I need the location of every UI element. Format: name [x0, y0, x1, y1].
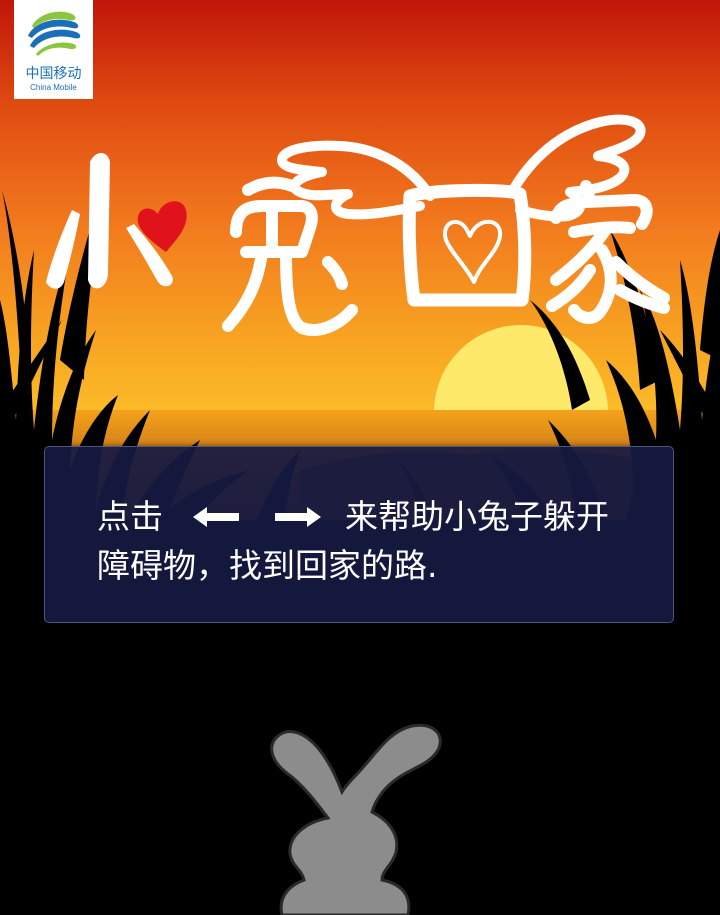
brand-name-cn: 中国移动 — [25, 66, 82, 82]
heart-outline-icon — [442, 219, 503, 284]
game-stage[interactable]: 中国移动 China Mobile 点击 来帮助小兔子躲开 障碍物，找到回家的路. — [0, 0, 720, 915]
title-char-jia — [546, 180, 670, 324]
china-mobile-logo: 中国移动 China Mobile — [14, 0, 93, 99]
arrow-left-icon — [193, 507, 239, 527]
instructions-line-2: 障碍物，找到回家的路. — [97, 546, 438, 585]
left-arrow-key[interactable] — [187, 497, 247, 537]
instructions-prefix: 点击 — [97, 497, 163, 536]
game-title-logo — [46, 114, 670, 336]
instructions-line-1: 点击 来帮助小兔子躲开 — [97, 497, 609, 537]
title-char-hui — [402, 183, 532, 307]
instructions-line1-suffix: 来帮助小兔子躲开 — [345, 497, 609, 536]
brand-name-en: China Mobile — [30, 83, 77, 92]
china-mobile-logo-icon — [28, 11, 81, 56]
rabbit-icon[interactable] — [262, 720, 452, 915]
arrow-right-icon — [275, 507, 321, 527]
instructions-panel: 点击 来帮助小兔子躲开 障碍物，找到回家的路. — [44, 446, 674, 623]
title-char-xiao — [88, 153, 110, 289]
right-arrow-key[interactable] — [267, 497, 327, 537]
